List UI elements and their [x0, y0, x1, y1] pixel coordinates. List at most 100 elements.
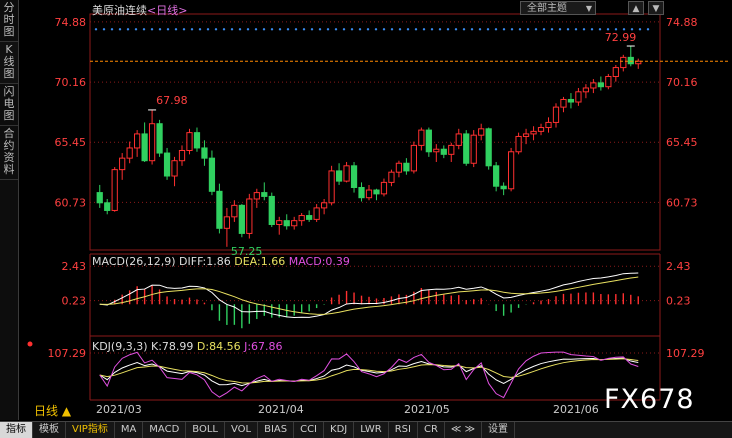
tab-flash-chart[interactable]: 闪电图 [0, 84, 18, 126]
candle-body [321, 202, 328, 209]
signal-dot [278, 28, 282, 31]
tab-vip指标[interactable]: VIP指标 [66, 422, 115, 438]
theme-dropdown[interactable]: 全部主题 ▼ [520, 1, 596, 15]
candle-body [545, 121, 552, 129]
signal-dot [166, 28, 170, 31]
tab-time-share[interactable]: 分时图 [0, 0, 18, 42]
candle-body [627, 56, 634, 65]
macd-tick-left: 0.23 [62, 295, 87, 308]
signal-dot [366, 28, 370, 31]
candle-body [306, 215, 313, 220]
tab-rsi[interactable]: RSI [389, 422, 418, 438]
candle-body [365, 189, 373, 199]
tab-模板[interactable]: 模板 [33, 422, 66, 438]
candle-body [148, 123, 156, 162]
signal-dot [150, 28, 154, 31]
period-label[interactable]: <日线> [147, 4, 187, 17]
signal-dot [558, 28, 562, 31]
kdj-params: KDJ(9,3,3) [92, 340, 148, 353]
date-label: 2021/05 [404, 403, 450, 416]
macd-legend: MACD(26,12,9) DIFF:1.86 DEA:1.66 MACD:0.… [92, 255, 350, 268]
tab-kline[interactable]: K线图 [0, 42, 18, 84]
signal-dot [182, 28, 186, 31]
kdj-marker-icon [27, 341, 33, 347]
price-tick-left: 70.16 [55, 76, 87, 89]
price-pane-border [89, 13, 661, 251]
macd-dea-line [99, 276, 639, 315]
candle-body [515, 135, 522, 153]
candle-body [395, 162, 403, 173]
candle-body [440, 148, 447, 155]
signal-dot [246, 28, 250, 31]
signal-dot [438, 28, 442, 31]
candle-body [403, 162, 410, 172]
candle-body [298, 215, 305, 222]
candle-body [201, 147, 208, 159]
candle-body [597, 82, 604, 88]
candle-body [335, 170, 343, 182]
macd-tick-right: 0.23 [666, 295, 691, 308]
candle-body [268, 195, 275, 225]
candle-body [493, 165, 500, 187]
signal-dot [254, 28, 258, 31]
signal-dot [262, 28, 266, 31]
signal-dot [326, 28, 330, 31]
candle-body [590, 82, 597, 89]
period-tag[interactable]: 日线 ▲ [34, 402, 71, 419]
chevron-down-icon: ▼ [585, 4, 592, 13]
tab-设置[interactable]: 设置 [482, 422, 516, 438]
tab-macd[interactable]: MACD [143, 422, 187, 438]
tab-ma[interactable]: MA [115, 422, 144, 438]
candle-body [96, 192, 103, 204]
candle-body [388, 171, 395, 183]
macd-tick-left: 2.43 [62, 260, 87, 273]
macd-dea: DEA:1.66 [234, 255, 286, 268]
price-tick-left: 74.88 [55, 16, 87, 29]
signal-dot [342, 28, 346, 31]
last-high-annotation: 72.99 [605, 31, 637, 44]
candle-body [246, 198, 253, 234]
candle-body [231, 204, 238, 218]
candle-body [522, 133, 530, 137]
signal-dot [574, 28, 578, 31]
candle-body [620, 56, 627, 69]
date-label: 2021/04 [258, 403, 304, 416]
candle-body [119, 157, 126, 171]
tab-lwr[interactable]: LWR [354, 422, 389, 438]
triangle-up-icon[interactable]: ▲ [628, 1, 644, 15]
candle-body [111, 169, 118, 211]
tab-[interactable]: ≪ ≫ [445, 422, 483, 438]
candle-body [350, 165, 358, 188]
candle-body [223, 216, 231, 229]
tab-指标[interactable]: 指标 [0, 422, 33, 438]
candle-body [478, 128, 485, 136]
candle-body [425, 129, 432, 153]
kdj-k-line [99, 357, 639, 387]
kdj-legend: KDJ(9,3,3) K:78.99 D:84.56 J:67.86 [92, 340, 283, 353]
tab-cci[interactable]: CCI [294, 422, 325, 438]
candle-body [470, 134, 477, 164]
macd-params: MACD(26,12,9) [92, 255, 176, 268]
tab-vol[interactable]: VOL [225, 422, 259, 438]
signal-dot [334, 28, 338, 31]
candle-body [283, 220, 290, 227]
tab-boll[interactable]: BOLL [186, 422, 225, 438]
signal-dot [222, 28, 226, 31]
candle-body [463, 133, 470, 164]
tab-bias[interactable]: BIAS [258, 422, 295, 438]
tab-cr[interactable]: CR [418, 422, 445, 438]
tab-contract-info[interactable]: 合约资料 [0, 126, 18, 180]
candle-body [582, 87, 590, 93]
kdj-j: J:67.86 [244, 340, 283, 353]
candle-body [507, 151, 515, 190]
candle-body [485, 128, 492, 167]
triangle-down-icon[interactable]: ▼ [648, 1, 664, 15]
candle-body [193, 132, 201, 149]
price-tick-right: 74.88 [666, 16, 698, 29]
signal-dot [542, 28, 546, 31]
signal-dot [478, 28, 482, 31]
candle-body [605, 76, 612, 88]
high-annotation: 67.98 [156, 94, 188, 107]
signal-dot [126, 28, 130, 31]
tab-kdj[interactable]: KDJ [324, 422, 355, 438]
